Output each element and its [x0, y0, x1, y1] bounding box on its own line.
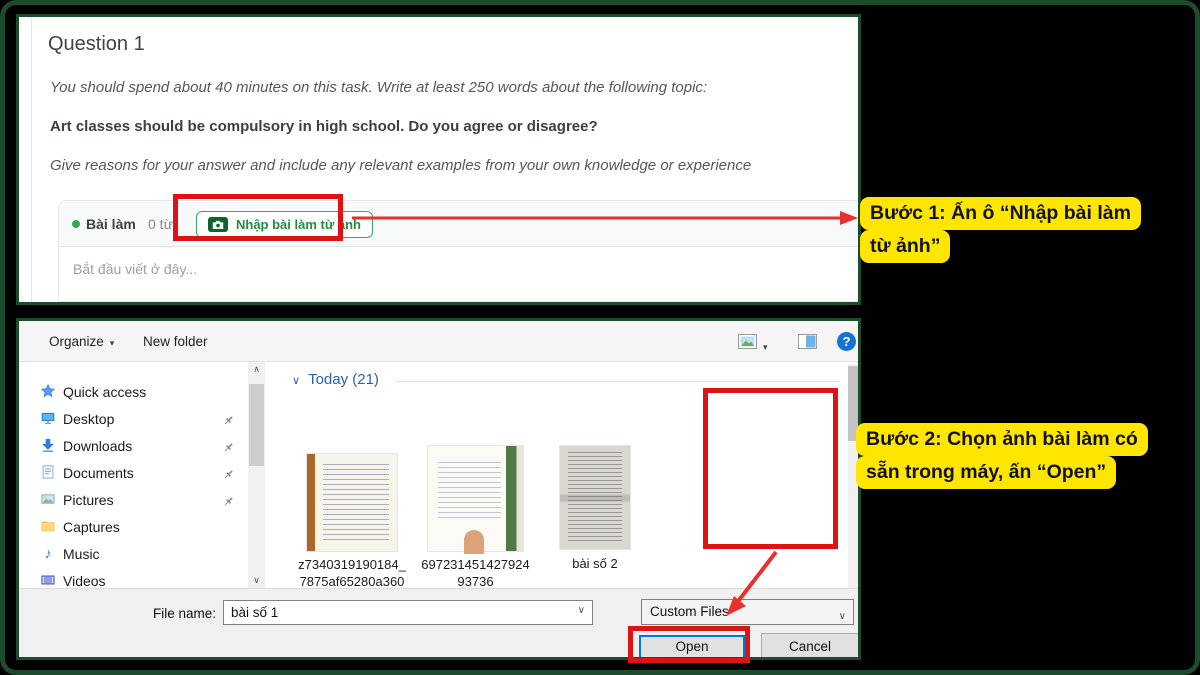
sidebar-scrollbar[interactable]: ∧ ∨ [248, 362, 265, 588]
word-count: 0 từ [148, 201, 173, 247]
editor-tab-label: Bài làm [86, 201, 136, 247]
pin-icon [223, 494, 234, 512]
group-divider [395, 381, 840, 382]
question-title: Question 1 [48, 33, 145, 56]
folder-icon [41, 519, 55, 533]
thumbnail-view-icon[interactable] [738, 334, 757, 354]
group-header-today[interactable]: ∨Today (21) [292, 371, 379, 388]
scroll-up-icon[interactable]: ∧ [248, 362, 265, 377]
file-name-label: File name: [99, 606, 216, 621]
preview-pane-icon[interactable] [798, 334, 817, 354]
file-thumbnail [560, 446, 630, 549]
file-thumbnail [428, 446, 523, 551]
pin-icon [223, 440, 234, 458]
sidebar-item-documents[interactable]: Documents [19, 460, 248, 487]
download-arrow-icon [41, 438, 55, 452]
scroll-down-icon[interactable]: ∨ [248, 573, 265, 588]
annotation-step1-line2: từ ảnh” [860, 230, 950, 263]
organize-menu[interactable]: Organize▾ [49, 321, 114, 364]
scrollbar-thumb[interactable] [249, 384, 264, 466]
pin-icon [223, 413, 234, 431]
navigation-sidebar: Quick access Desktop Downloads Documents [19, 362, 248, 588]
topic-text: Art classes should be compulsory in high… [50, 118, 854, 135]
pin-icon [223, 467, 234, 485]
combo-chevron-icon[interactable]: ∨ [578, 605, 585, 616]
file-name-input[interactable] [224, 601, 564, 624]
annotation-step2-line1: Bước 2: Chọn ảnh bài làm có [856, 423, 1148, 456]
sidebar-item-downloads[interactable]: Downloads [19, 433, 248, 460]
picture-icon [41, 492, 55, 506]
file-thumbnail [307, 454, 397, 551]
view-dropdown-arrow-icon[interactable]: ▾ [763, 337, 768, 355]
dropdown-arrow-icon: ▾ [110, 338, 115, 348]
monitor-icon [41, 411, 55, 425]
file-name-combobox: ∨ [223, 600, 593, 625]
help-icon[interactable]: ? [837, 332, 856, 351]
annotation-step1-line1: Bước 1: Ấn ô “Nhập bài làm [860, 197, 1141, 230]
sidebar-item-pictures[interactable]: Pictures [19, 487, 248, 514]
highlight-box-selected-file [703, 388, 838, 549]
sidebar-item-desktop[interactable]: Desktop [19, 406, 248, 433]
film-icon [41, 573, 55, 587]
tutorial-image: Question 1 You should spend about 40 min… [0, 0, 1200, 675]
dialog-toolbar: Organize▾ New folder ▾ ? [19, 321, 858, 362]
sidebar-item-quick-access[interactable]: Quick access [19, 379, 248, 406]
annotation-step1: Bước 1: Ấn ô “Nhập bài làm từ ảnh” [860, 197, 1190, 263]
combo-chevron-icon: ∨ [839, 605, 846, 629]
sidebar-item-videos[interactable]: Videos [19, 568, 248, 588]
page-edge-divider [31, 17, 32, 302]
collapse-chevron-icon: ∨ [292, 375, 300, 387]
arrow-step1 [346, 206, 862, 230]
guidance-text: Give reasons for your answer and include… [50, 157, 854, 174]
new-folder-button[interactable]: New folder [143, 321, 208, 362]
instruction-text: You should spend about 40 minutes on thi… [50, 79, 854, 96]
cancel-button[interactable]: Cancel [761, 633, 859, 660]
annotation-step2: Bước 2: Chọn ảnh bài làm có sẵn trong má… [856, 423, 1186, 489]
document-icon [41, 465, 55, 479]
highlight-box-step1 [173, 194, 343, 241]
star-icon [41, 384, 55, 398]
annotation-step2-line2: sẵn trong máy, ấn “Open” [856, 456, 1116, 489]
music-note-icon: ♪ [41, 546, 55, 560]
question-panel: Question 1 You should spend about 40 min… [16, 14, 861, 305]
arrow-step2 [712, 546, 794, 622]
highlight-box-open-button [628, 626, 750, 663]
editor-placeholder[interactable]: Bắt đầu viết ở đây... [73, 261, 197, 277]
status-dot [72, 220, 80, 228]
sidebar-item-music[interactable]: ♪ Music [19, 541, 248, 568]
sidebar-item-captures[interactable]: Captures [19, 514, 248, 541]
